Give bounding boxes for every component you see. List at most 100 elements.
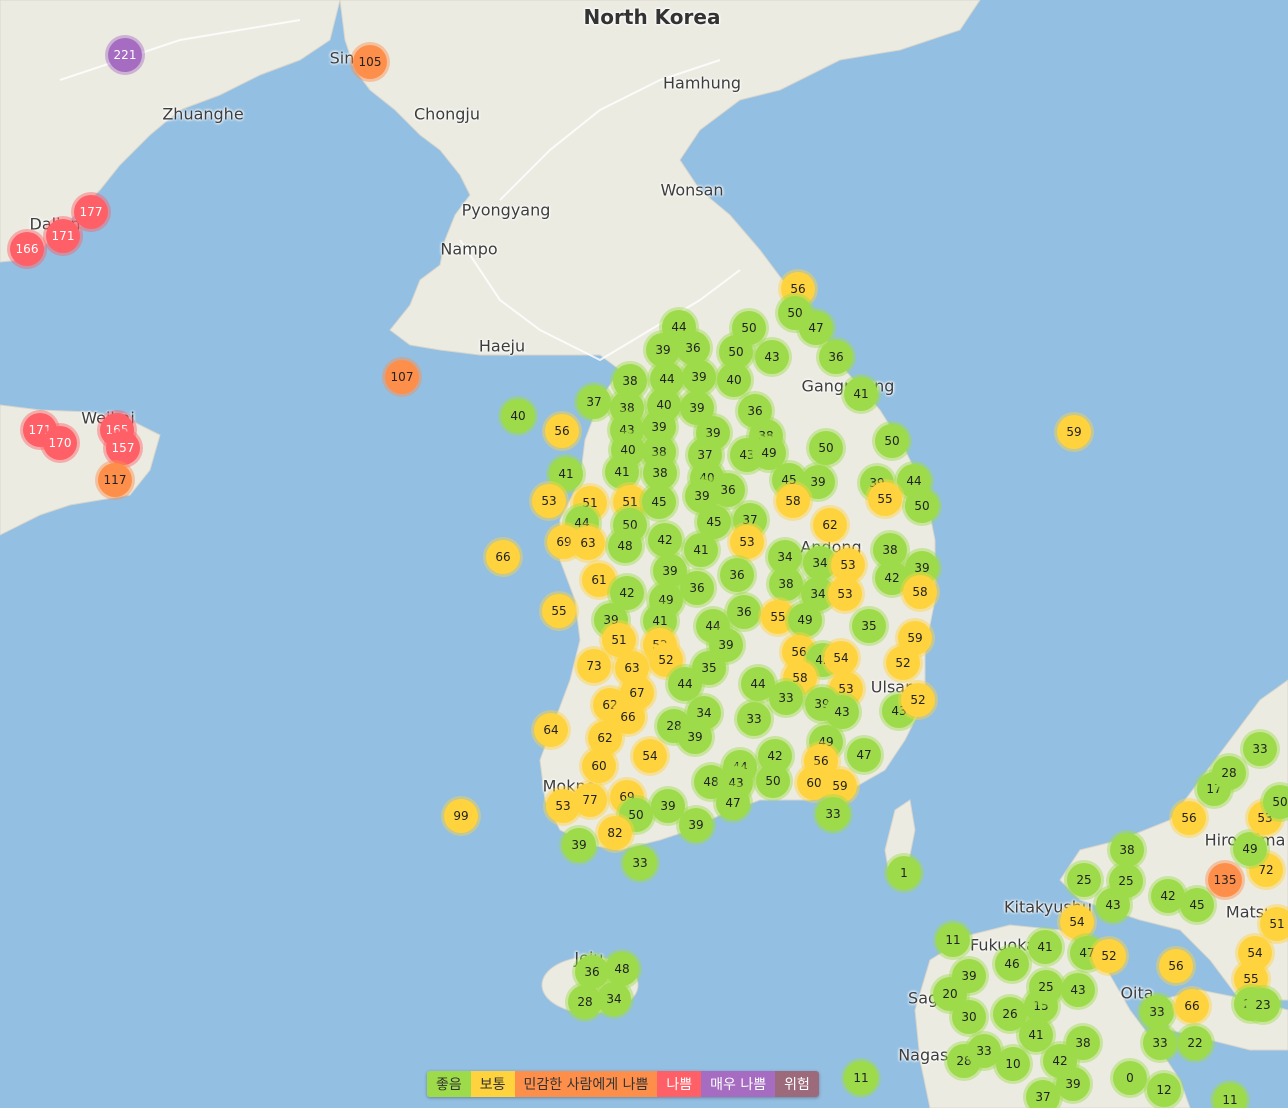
aqi-station-marker[interactable]: 49	[1233, 832, 1267, 866]
aqi-station-marker[interactable]: 221	[108, 38, 142, 72]
aqi-station-marker[interactable]: 56	[1159, 949, 1193, 983]
aqi-station-marker[interactable]: 39	[1056, 1067, 1090, 1101]
aqi-station-marker[interactable]: 58	[903, 575, 937, 609]
aqi-station-marker[interactable]: 52	[1092, 939, 1126, 973]
aqi-station-marker[interactable]: 55	[868, 482, 902, 516]
aqi-station-marker[interactable]: 45	[1180, 888, 1214, 922]
aqi-station-marker[interactable]: 54	[633, 739, 667, 773]
aqi-station-marker[interactable]: 40	[501, 399, 535, 433]
aqi-station-marker[interactable]: 39	[682, 360, 716, 394]
aqi-station-marker[interactable]: 39	[562, 828, 596, 862]
aqi-station-marker[interactable]: 46	[995, 947, 1029, 981]
aqi-station-marker[interactable]: 25	[1029, 970, 1063, 1004]
aqi-station-marker[interactable]: 41	[605, 455, 639, 489]
aqi-station-marker[interactable]: 59	[1057, 415, 1091, 449]
aqi-station-marker[interactable]: 25	[1067, 863, 1101, 897]
aqi-station-marker[interactable]: 43	[1061, 973, 1095, 1007]
aqi-station-marker[interactable]: 166	[10, 232, 44, 266]
aqi-station-marker[interactable]: 40	[717, 363, 751, 397]
aqi-station-marker[interactable]: 63	[571, 526, 605, 560]
aqi-station-marker[interactable]: 135	[1208, 863, 1242, 897]
aqi-station-marker[interactable]: 41	[1028, 930, 1062, 964]
aqi-station-marker[interactable]: 33	[816, 797, 850, 831]
aqi-station-marker[interactable]: 44	[668, 667, 702, 701]
aqi-station-marker[interactable]: 38	[769, 567, 803, 601]
aqi-station-marker[interactable]: 38	[1110, 833, 1144, 867]
aqi-station-marker[interactable]: 48	[605, 952, 639, 986]
aqi-station-marker[interactable]: 33	[623, 846, 657, 880]
aqi-station-marker[interactable]: 50	[905, 489, 939, 523]
aqi-station-marker[interactable]: 33	[1140, 995, 1174, 1029]
aqi-station-marker[interactable]: 50	[756, 764, 790, 798]
aqi-station-marker[interactable]: 12	[1147, 1073, 1181, 1107]
aqi-station-marker[interactable]: 55	[542, 594, 576, 628]
aqi-station-marker[interactable]: 105	[353, 45, 387, 79]
air-quality-map[interactable]: North Korea Sin Hamhung Zhuanghe Chongju Wons…	[0, 0, 1288, 1108]
aqi-station-marker[interactable]: 82	[598, 816, 632, 850]
aqi-station-marker[interactable]: 53	[730, 525, 764, 559]
aqi-station-marker[interactable]: 36	[819, 340, 853, 374]
aqi-station-marker[interactable]: 36	[680, 571, 714, 605]
aqi-station-marker[interactable]: 1	[887, 856, 921, 890]
aqi-station-marker[interactable]: 66	[486, 540, 520, 574]
aqi-station-marker[interactable]: 52	[886, 646, 920, 680]
aqi-station-marker[interactable]: 23	[1246, 988, 1280, 1022]
aqi-station-marker[interactable]: 30	[952, 1000, 986, 1034]
aqi-station-marker[interactable]: 107	[385, 360, 419, 394]
aqi-station-marker[interactable]: 41	[1019, 1018, 1053, 1052]
aqi-station-marker[interactable]: 35	[852, 609, 886, 643]
aqi-station-marker[interactable]: 66	[1175, 989, 1209, 1023]
aqi-station-marker[interactable]: 73	[577, 649, 611, 683]
aqi-station-marker[interactable]: 62	[813, 508, 847, 542]
aqi-station-marker[interactable]: 36	[720, 558, 754, 592]
aqi-station-marker[interactable]: 36	[727, 595, 761, 629]
aqi-station-marker[interactable]: 171	[46, 219, 80, 253]
aqi-station-marker[interactable]: 50	[809, 431, 843, 465]
aqi-station-marker[interactable]: 22	[1178, 1026, 1212, 1060]
aqi-station-marker[interactable]: 39	[679, 808, 713, 842]
aqi-station-marker[interactable]: 56	[1172, 801, 1206, 835]
aqi-station-marker[interactable]: 53	[532, 484, 566, 518]
aqi-station-marker[interactable]: 60	[582, 749, 616, 783]
aqi-station-marker[interactable]: 34	[597, 982, 631, 1016]
aqi-station-marker[interactable]: 42	[648, 523, 682, 557]
aqi-station-marker[interactable]: 33	[769, 681, 803, 715]
aqi-station-marker[interactable]: 117	[98, 463, 132, 497]
aqi-station-marker[interactable]: 170	[43, 426, 77, 460]
aqi-station-marker[interactable]: 45	[642, 485, 676, 519]
aqi-station-marker[interactable]: 39	[678, 720, 712, 754]
aqi-station-marker[interactable]: 43	[825, 695, 859, 729]
aqi-station-marker[interactable]: 52	[901, 683, 935, 717]
aqi-station-marker[interactable]: 51	[1260, 907, 1288, 941]
aqi-station-marker[interactable]: 48	[608, 529, 642, 563]
aqi-station-marker[interactable]: 0	[1113, 1061, 1147, 1095]
aqi-station-marker[interactable]: 11	[936, 923, 970, 957]
aqi-station-marker[interactable]: 64	[534, 713, 568, 747]
aqi-station-marker[interactable]: 33	[1243, 732, 1277, 766]
aqi-station-marker[interactable]: 58	[776, 484, 810, 518]
aqi-station-marker[interactable]: 177	[74, 195, 108, 229]
aqi-station-marker[interactable]: 157	[106, 431, 140, 465]
aqi-station-marker[interactable]: 28	[1212, 756, 1246, 790]
aqi-station-marker[interactable]: 33	[1143, 1026, 1177, 1060]
aqi-station-marker[interactable]: 43	[1096, 888, 1130, 922]
aqi-station-marker[interactable]: 33	[737, 702, 771, 736]
aqi-station-marker[interactable]: 41	[844, 377, 878, 411]
aqi-station-marker[interactable]: 99	[444, 799, 478, 833]
aqi-station-marker[interactable]: 47	[847, 738, 881, 772]
aqi-station-marker[interactable]: 54	[824, 641, 858, 675]
aqi-station-marker[interactable]: 41	[684, 533, 718, 567]
aqi-station-marker[interactable]: 50	[875, 424, 909, 458]
aqi-station-marker[interactable]: 47	[799, 311, 833, 345]
aqi-station-marker[interactable]: 43	[755, 340, 789, 374]
aqi-station-marker[interactable]: 37	[577, 385, 611, 419]
aqi-station-marker[interactable]: 54	[1060, 905, 1094, 939]
aqi-station-marker[interactable]: 77	[573, 783, 607, 817]
aqi-station-marker[interactable]: 11	[844, 1061, 878, 1095]
aqi-station-marker[interactable]: 47	[716, 786, 750, 820]
aqi-station-marker[interactable]: 10	[996, 1047, 1030, 1081]
aqi-station-marker[interactable]: 49	[788, 603, 822, 637]
aqi-station-marker[interactable]: 53	[828, 577, 862, 611]
aqi-station-marker[interactable]: 56	[545, 414, 579, 448]
aqi-station-marker[interactable]: 37	[1026, 1080, 1060, 1108]
